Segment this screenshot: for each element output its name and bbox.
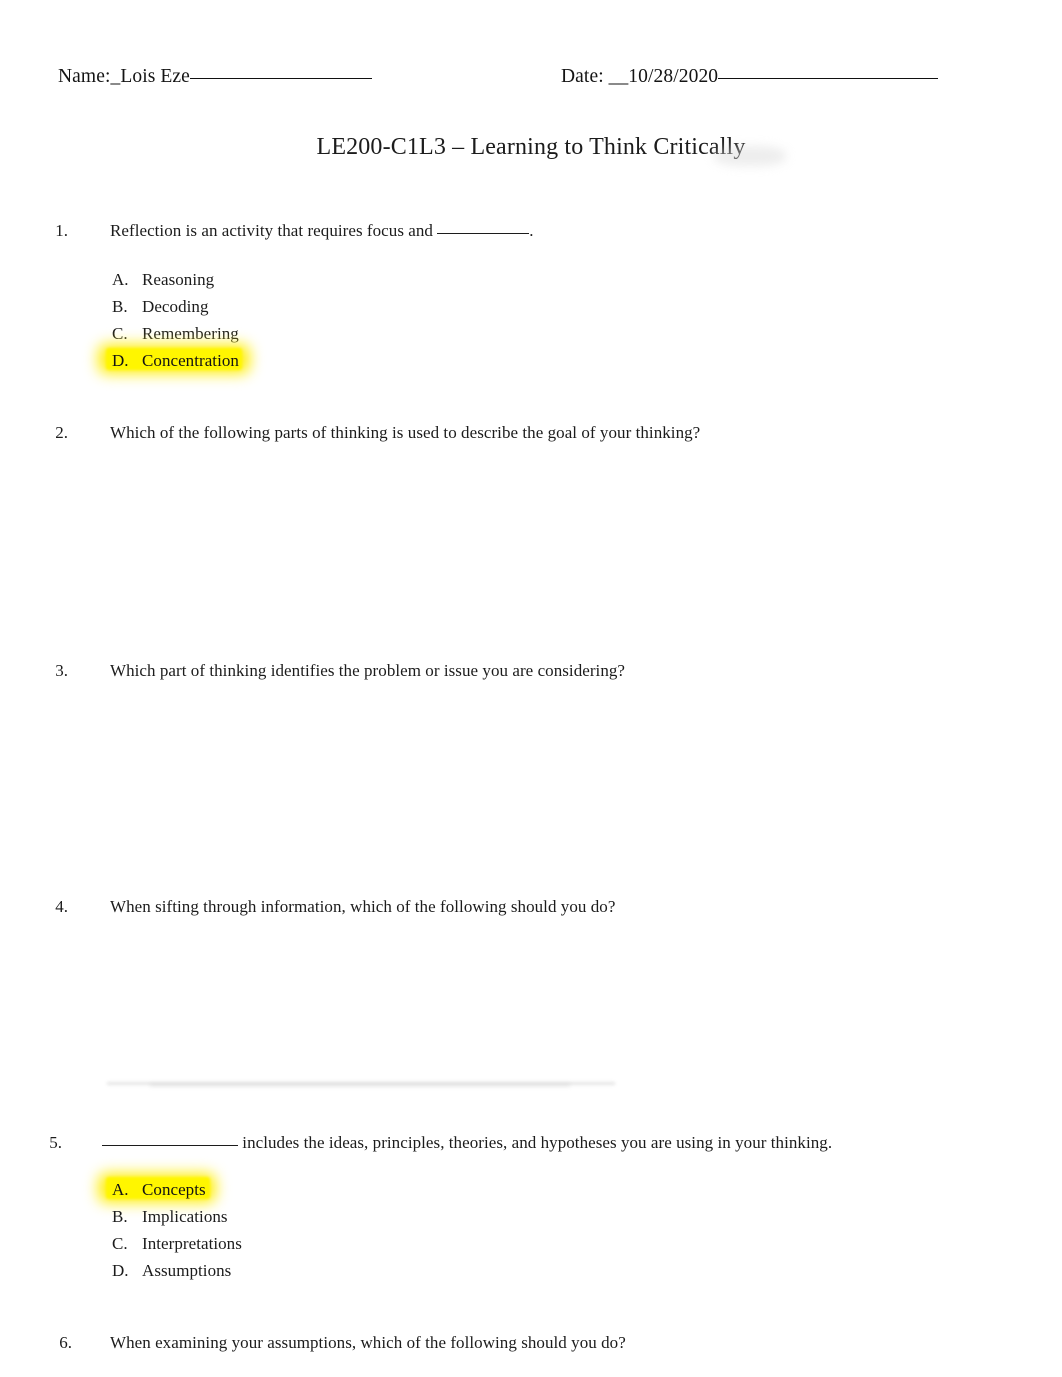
question-4-number: 4. (55, 897, 68, 916)
scan-streak-artifact (107, 1082, 615, 1085)
question-4-text: When sifting through information, which … (110, 897, 616, 916)
name-field: Name:_Lois Eze (58, 64, 372, 90)
date-label: Date: (561, 66, 604, 87)
option-1-c[interactable]: C. Remembering (112, 320, 239, 347)
option-1-a[interactable]: A. Reasoning (112, 266, 239, 293)
option-5-c-letter: C. (112, 1234, 128, 1253)
question-6-text: When examining your assumptions, which o… (110, 1333, 626, 1352)
question-5-text-after: includes the ideas, principles, theories… (238, 1133, 833, 1152)
option-1-c-label: Remembering (142, 324, 239, 343)
question-1: 1. Reflection is an activity that requir… (0, 219, 1002, 243)
question-1-options: A. Reasoning B. Decoding C. Remembering D. C… (98, 266, 250, 374)
date-field: Date: __10/28/2020 (561, 64, 939, 90)
option-1-d-label: Concentration (142, 351, 239, 370)
option-5-a-letter: A. (112, 1180, 129, 1199)
question-5-blank (102, 1145, 238, 1146)
option-5-d-label: Assumptions (142, 1261, 232, 1280)
question-2: 2. Which of the following parts of think… (0, 421, 1002, 445)
question-1-number: 1. (55, 221, 68, 240)
question-3: 3. Which part of thinking identifies the… (0, 659, 1002, 683)
date-value: __10/28/2020 (608, 66, 719, 87)
option-5-d[interactable]: D. Assumptions (112, 1257, 242, 1284)
option-1-d-letter: D. (112, 351, 129, 370)
question-1-text-after: . (529, 221, 534, 240)
scan-streak-artifact-secondary (150, 1084, 570, 1086)
option-5-a-selected-answer[interactable]: A. Concepts (98, 1173, 242, 1203)
question-1-blank (437, 233, 530, 234)
date-blank-rule (718, 78, 939, 79)
question-4: 4. When sifting through information, whi… (0, 895, 1002, 919)
option-5-d-letter: D. (112, 1261, 129, 1280)
question-3-text: Which part of thinking identifies the pr… (110, 661, 626, 680)
name-label: Name: (58, 66, 111, 87)
option-1-b-label: Decoding (142, 297, 209, 316)
question-5-options: A. Concepts B. Implications C. Interpretati… (98, 1173, 242, 1284)
question-5-text: includes the ideas, principles, theories… (102, 1131, 1002, 1155)
name-blank-rule (189, 78, 372, 79)
option-5-b[interactable]: B. Implications (112, 1203, 242, 1230)
name-value: _Lois Eze (110, 66, 190, 87)
option-1-d-selected-answer[interactable]: D. Concentration (98, 344, 250, 374)
option-1-c-letter: C. (112, 324, 128, 343)
question-1-text-before: Reflection is an activity that requires … (110, 221, 438, 240)
option-5-c-label: Interpretations (142, 1234, 242, 1253)
option-1-b[interactable]: B. Decoding (112, 293, 239, 320)
question-5: 5. includes the ideas, principles, theor… (0, 1131, 1002, 1155)
option-1-b-letter: B. (112, 297, 128, 316)
page-title: LE200-C1L3 – Learning to Think Criticall… (316, 134, 746, 160)
option-5-b-letter: B. (112, 1207, 128, 1226)
option-1-a-label: Reasoning (142, 270, 215, 289)
question-6-number: 6. (59, 1333, 72, 1352)
document-header: Name:_Lois Eze Date: __10/28/2020 (0, 64, 1062, 94)
option-5-c[interactable]: C. Interpretations (112, 1230, 242, 1257)
option-1-a-letter: A. (112, 270, 129, 289)
option-5-b-label: Implications (142, 1207, 228, 1226)
document-page: Name:_Lois Eze Date: __10/28/2020 LE200-… (0, 0, 1062, 1377)
question-6: 6. When examining your assumptions, whic… (0, 1331, 1002, 1355)
option-5-a-label: Concepts (142, 1180, 206, 1199)
question-2-number: 2. (55, 423, 68, 442)
question-1-text: Reflection is an activity that requires … (110, 219, 1002, 243)
question-2-text: Which of the following parts of thinking… (110, 423, 701, 442)
question-3-number: 3. (55, 661, 68, 680)
question-5-number: 5. (49, 1133, 62, 1152)
